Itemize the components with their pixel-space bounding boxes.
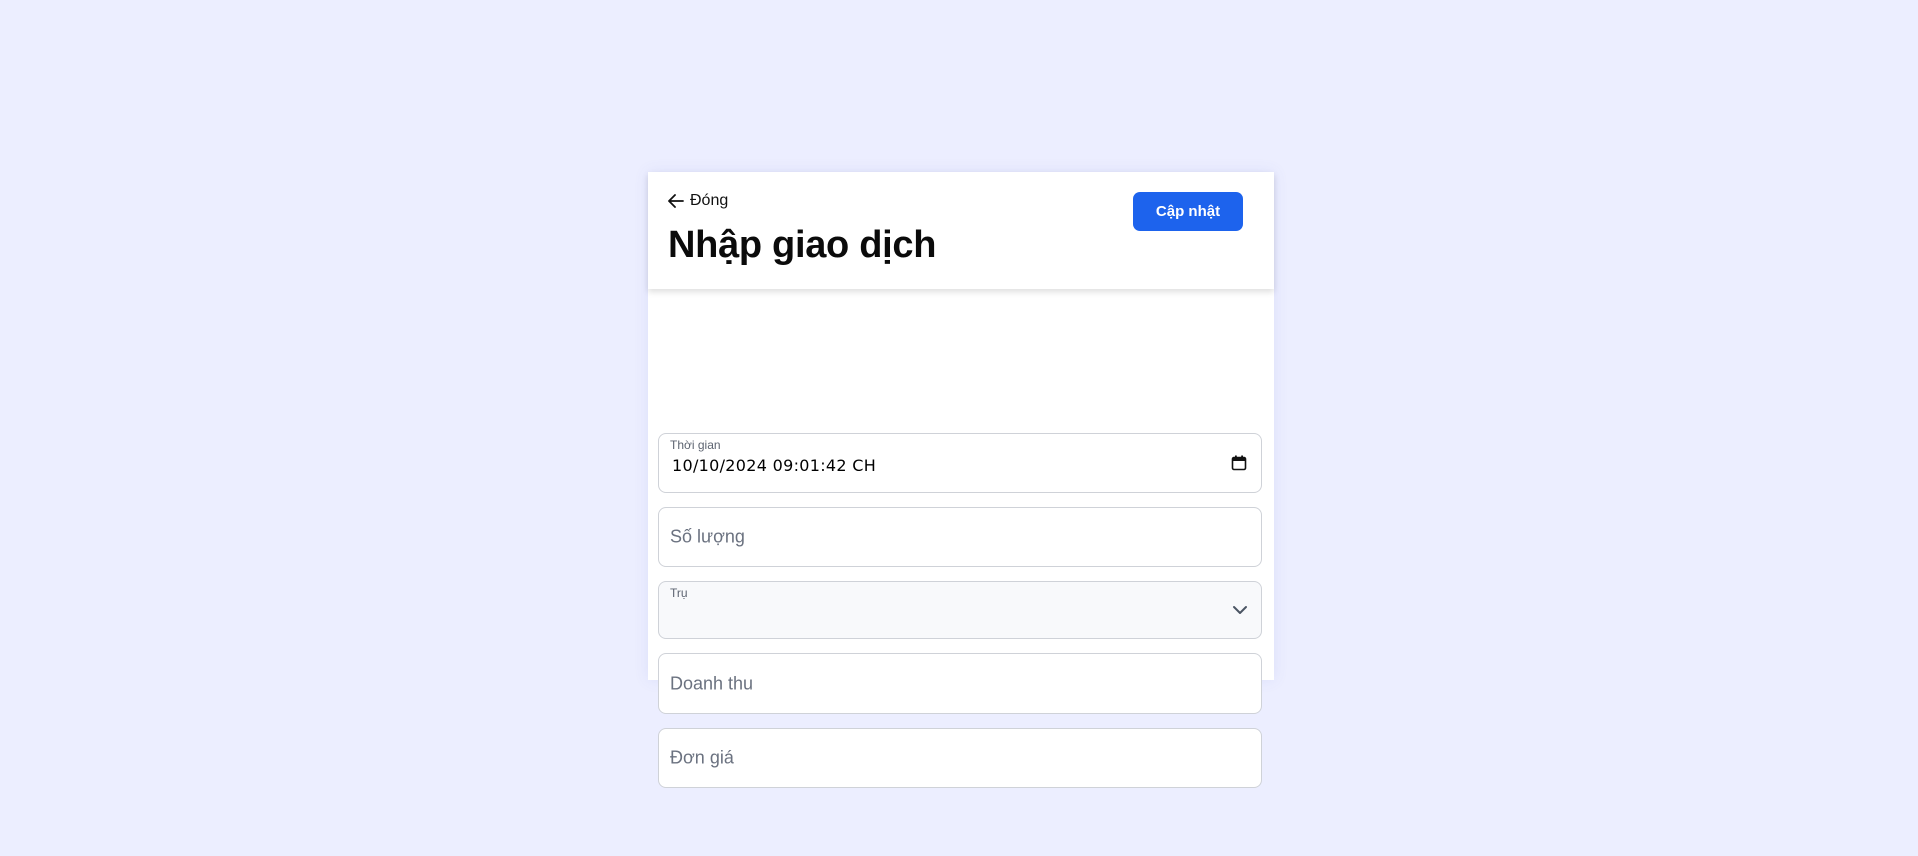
revenue-field[interactable]: Doanh thu bbox=[658, 653, 1262, 714]
update-button[interactable]: Cập nhật bbox=[1133, 192, 1243, 231]
pump-select-label: Trụ bbox=[670, 586, 688, 600]
panel-header: Đóng Nhập giao dịch Cập nhật bbox=[648, 172, 1274, 289]
calendar-icon[interactable] bbox=[1231, 455, 1247, 471]
arrow-left-icon bbox=[668, 194, 684, 208]
time-field-value: 10/10/2024 09:01:42 CH bbox=[672, 456, 877, 475]
quantity-field[interactable]: Số lượng bbox=[658, 507, 1262, 567]
time-field-label: Thời gian bbox=[670, 438, 721, 452]
pump-select[interactable]: Trụ bbox=[658, 581, 1262, 639]
transaction-form-panel: Đóng Nhập giao dịch Cập nhật Thời gian 1… bbox=[648, 172, 1274, 788]
unit-price-field[interactable]: Đơn giá bbox=[658, 728, 1262, 788]
close-label: Đóng bbox=[690, 192, 729, 209]
chevron-down-icon bbox=[1232, 605, 1248, 615]
close-link[interactable]: Đóng bbox=[668, 192, 728, 210]
time-field[interactable]: Thời gian 10/10/2024 09:01:42 CH bbox=[658, 433, 1262, 493]
quantity-placeholder: Số lượng bbox=[670, 526, 745, 547]
revenue-placeholder: Doanh thu bbox=[670, 673, 754, 693]
unit-price-placeholder: Đơn giá bbox=[670, 747, 734, 768]
page-title: Nhập giao dịch bbox=[668, 224, 937, 266]
